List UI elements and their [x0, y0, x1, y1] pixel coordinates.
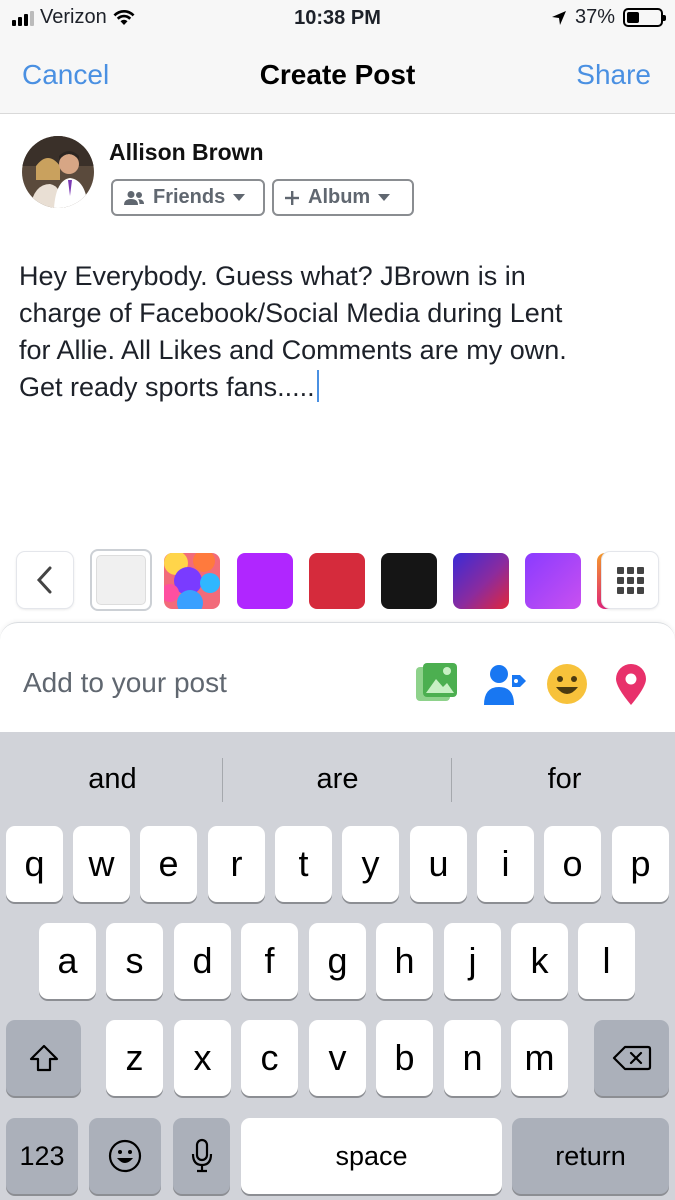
- backspace-icon: [612, 1045, 651, 1071]
- share-button[interactable]: Share: [576, 59, 651, 91]
- suggestion-and[interactable]: and: [0, 732, 225, 826]
- key-j[interactable]: j: [444, 923, 501, 999]
- key-a[interactable]: a: [39, 923, 96, 999]
- author-name: Allison Brown: [109, 139, 264, 165]
- key-g[interactable]: g: [309, 923, 366, 999]
- key-o[interactable]: o: [544, 826, 601, 902]
- key-k[interactable]: k: [511, 923, 568, 999]
- key-r[interactable]: r: [208, 826, 265, 902]
- status-right: 37%: [551, 6, 666, 29]
- key-f[interactable]: f: [241, 923, 298, 999]
- emoji-key[interactable]: [89, 1118, 161, 1194]
- shift-key[interactable]: [6, 1020, 81, 1096]
- battery-level: [627, 12, 639, 23]
- audience-label: Friends: [153, 186, 226, 208]
- battery-percent: 37%: [574, 6, 615, 28]
- post-text-line: Get ready sports fans.....: [19, 372, 315, 402]
- avatar: [22, 136, 94, 208]
- album-label: Album: [308, 186, 371, 208]
- friends-icon: [124, 190, 144, 205]
- background-swatch-purple[interactable]: [237, 553, 293, 609]
- key-y[interactable]: y: [342, 826, 399, 902]
- key-h[interactable]: h: [376, 923, 433, 999]
- key-t[interactable]: t: [275, 826, 332, 902]
- background-picker-back-button[interactable]: [17, 552, 73, 608]
- key-q[interactable]: q: [6, 826, 63, 902]
- battery-icon: [623, 8, 666, 27]
- plus-icon: [285, 190, 299, 205]
- location-arrow-icon: [551, 10, 566, 25]
- numbers-key[interactable]: 123: [6, 1118, 78, 1194]
- suggestion-for[interactable]: for: [452, 732, 675, 826]
- feeling-icon[interactable]: [544, 661, 590, 707]
- grid-icon: [616, 566, 644, 594]
- suggestion-are[interactable]: are: [225, 732, 450, 826]
- key-w[interactable]: w: [73, 826, 130, 902]
- suggestion-divider: [222, 758, 223, 802]
- add-to-post-label: Add to your post: [23, 667, 227, 698]
- key-m[interactable]: m: [511, 1020, 568, 1096]
- nav-bar: Cancel Create Post Share: [0, 38, 675, 114]
- key-c[interactable]: c: [241, 1020, 298, 1096]
- background-swatch-gradient-blue-red[interactable]: [453, 553, 509, 609]
- chevron-down-icon: [233, 194, 246, 201]
- background-swatch-balloons[interactable]: [164, 553, 220, 609]
- text-cursor: [316, 370, 319, 402]
- background-swatch-black[interactable]: [381, 553, 437, 609]
- page-title: Create Post: [259, 59, 416, 90]
- tag-people-icon[interactable]: [482, 661, 528, 707]
- key-u[interactable]: u: [410, 826, 467, 902]
- key-n[interactable]: n: [444, 1020, 501, 1096]
- post-text-line: for Allie. All Likes and Comments are my…: [19, 335, 567, 365]
- chevron-left-icon: [36, 566, 52, 594]
- key-e[interactable]: e: [140, 826, 197, 902]
- post-text-line: Hey Everybody. Guess what? JBrown is in: [19, 261, 526, 291]
- status-bar: Verizon 10:38 PM 37%: [0, 0, 675, 38]
- dictation-key[interactable]: [173, 1118, 230, 1194]
- emoji-icon: [108, 1139, 142, 1173]
- delete-key[interactable]: [594, 1020, 669, 1096]
- background-swatch-gradient-violet[interactable]: [525, 553, 581, 609]
- background-grid-button[interactable]: [602, 552, 658, 608]
- key-b[interactable]: b: [376, 1020, 433, 1096]
- chevron-down-icon: [378, 194, 391, 201]
- key-p[interactable]: p: [612, 826, 669, 902]
- post-text-line: charge of Facebook/Social Media during L…: [19, 298, 563, 328]
- photo-icon[interactable]: [414, 661, 460, 707]
- key-s[interactable]: s: [106, 923, 163, 999]
- key-z[interactable]: z: [106, 1020, 163, 1096]
- key-d[interactable]: d: [174, 923, 231, 999]
- return-key[interactable]: return: [512, 1118, 669, 1194]
- key-x[interactable]: x: [174, 1020, 231, 1096]
- post-text-input[interactable]: Hey Everybody. Guess what? JBrown is in …: [19, 258, 659, 406]
- keyboard: and are for q w e r t y u i o p a s d f …: [0, 732, 675, 1200]
- audience-selector[interactable]: Friends: [111, 179, 265, 216]
- album-selector[interactable]: Album: [272, 179, 414, 216]
- shift-icon: [29, 1044, 58, 1072]
- add-to-post-panel[interactable]: Add to your post: [0, 622, 675, 732]
- space-key[interactable]: space: [241, 1118, 502, 1194]
- microphone-icon: [191, 1138, 212, 1173]
- background-swatch-red[interactable]: [309, 553, 365, 609]
- key-l[interactable]: l: [578, 923, 635, 999]
- background-swatch-plain[interactable]: [90, 549, 152, 611]
- location-icon[interactable]: [608, 661, 654, 707]
- key-i[interactable]: i: [477, 826, 534, 902]
- key-v[interactable]: v: [309, 1020, 366, 1096]
